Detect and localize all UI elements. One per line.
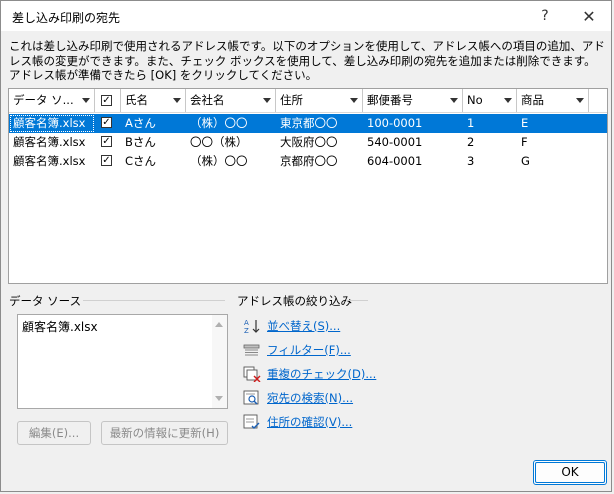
find-recipient-link[interactable]: 宛先の検索(N)... [243, 389, 353, 407]
section-divider [346, 300, 368, 301]
column-header-data-source[interactable]: データ ソ... [9, 89, 95, 112]
duplicate-check-icon [243, 366, 261, 383]
select-all-checkbox[interactable]: ✓ [101, 95, 112, 106]
duplicate-check-link[interactable]: 重複のチェック(D)... [243, 365, 376, 383]
scroll-down-arrow-icon[interactable] [215, 396, 223, 401]
cell-product: F [521, 135, 528, 149]
find-recipient-icon [243, 390, 261, 406]
row-checkbox[interactable]: ✓ [101, 155, 112, 166]
column-header-no[interactable]: No [463, 89, 517, 112]
cell-name: Bさん [125, 135, 156, 149]
validate-address-link[interactable]: 住所の確認(V)... [243, 413, 352, 431]
sort-az-icon: A Z [243, 318, 261, 335]
table-header: データ ソ... ✓ 氏名 会社名 住所 郵便番号 No 商品 [9, 89, 607, 113]
window-title: 差し込み印刷の宛先 [12, 11, 121, 25]
validate-address-icon [243, 414, 261, 430]
help-button[interactable]: ? [523, 1, 567, 31]
filter-icon [243, 342, 261, 358]
cell-company: 〇〇（株） [190, 135, 248, 149]
column-header-zip[interactable]: 郵便番号 [363, 89, 463, 112]
column-header-checkbox[interactable]: ✓ [95, 89, 121, 112]
filter-link[interactable]: フィルター(F)... [243, 341, 351, 359]
dropdown-arrow-icon [173, 98, 181, 103]
close-button[interactable]: ✕ [567, 1, 611, 31]
cell-no: 3 [467, 154, 475, 168]
table-row[interactable]: 顧客名簿.xlsx ✓ Aさん （株）〇〇 東京都〇〇 100-0001 1 E [9, 114, 607, 133]
column-header-product[interactable]: 商品 [517, 89, 589, 112]
cell-zip: 604-0001 [367, 154, 423, 168]
refine-label: アドレス帳の絞り込み [237, 294, 352, 308]
title-bar: 差し込み印刷の宛先 ? ✕ [1, 1, 611, 31]
dropdown-arrow-icon [263, 98, 271, 103]
sort-link[interactable]: A Z 並べ替え(S)... [243, 317, 340, 335]
cell-zip: 540-0001 [367, 135, 423, 149]
instructions-text: これは差し込み印刷で使用されるアドレス帳です。以下のオプションを使用して、アドレ… [9, 39, 605, 82]
list-item[interactable]: 顧客名簿.xlsx [22, 318, 98, 335]
svg-text:A: A [244, 319, 249, 327]
row-checkbox[interactable]: ✓ [101, 136, 112, 147]
close-icon: ✕ [582, 6, 596, 26]
svg-text:Z: Z [244, 327, 249, 334]
data-source-list[interactable]: 顧客名簿.xlsx [17, 314, 228, 409]
dropdown-arrow-icon [82, 98, 90, 103]
cell-name: Cさん [125, 154, 157, 168]
dropdown-arrow-icon [576, 98, 584, 103]
ok-button[interactable]: OK [533, 460, 607, 485]
cell-company: （株）〇〇 [190, 154, 248, 168]
dropdown-arrow-icon [350, 98, 358, 103]
column-header-address[interactable]: 住所 [276, 89, 363, 112]
recipients-table[interactable]: データ ソ... ✓ 氏名 会社名 住所 郵便番号 No 商品 顧客名簿.xls… [8, 88, 608, 284]
cell-no: 2 [467, 135, 475, 149]
cell-product: G [521, 154, 530, 168]
row-checkbox[interactable]: ✓ [101, 117, 112, 128]
edit-button[interactable]: 編集(E)... [17, 421, 91, 445]
scroll-up-arrow-icon[interactable] [215, 322, 223, 327]
cell-address: 京都府〇〇 [280, 154, 338, 168]
scrollbar[interactable] [212, 315, 227, 408]
dropdown-arrow-icon [450, 98, 458, 103]
cell-name: Aさん [125, 116, 156, 130]
cell-data-source: 顧客名簿.xlsx [13, 135, 86, 149]
cell-data-source: 顧客名簿.xlsx [9, 114, 95, 133]
cell-product: E [521, 116, 529, 130]
section-divider [83, 300, 225, 301]
cell-data-source: 顧客名簿.xlsx [13, 154, 86, 168]
refresh-button[interactable]: 最新の情報に更新(H) [101, 421, 228, 445]
cell-address: 東京都〇〇 [280, 116, 338, 130]
cell-zip: 100-0001 [367, 116, 423, 130]
help-icon: ? [541, 8, 549, 24]
table-row[interactable]: 顧客名簿.xlsx ✓ Bさん 〇〇（株） 大阪府〇〇 540-0001 2 F [9, 133, 607, 152]
column-header-company[interactable]: 会社名 [186, 89, 276, 112]
column-header-name[interactable]: 氏名 [121, 89, 186, 112]
cell-company: （株）〇〇 [190, 116, 248, 130]
dropdown-arrow-icon [504, 98, 512, 103]
table-row[interactable]: 顧客名簿.xlsx ✓ Cさん （株）〇〇 京都府〇〇 604-0001 3 G [9, 152, 607, 171]
cell-address: 大阪府〇〇 [280, 135, 338, 149]
mail-merge-recipients-dialog: 差し込み印刷の宛先 ? ✕ これは差し込み印刷で使用されるアドレス帳です。以下の… [0, 0, 612, 492]
cell-no: 1 [467, 116, 475, 130]
data-source-label: データ ソース [9, 294, 82, 308]
